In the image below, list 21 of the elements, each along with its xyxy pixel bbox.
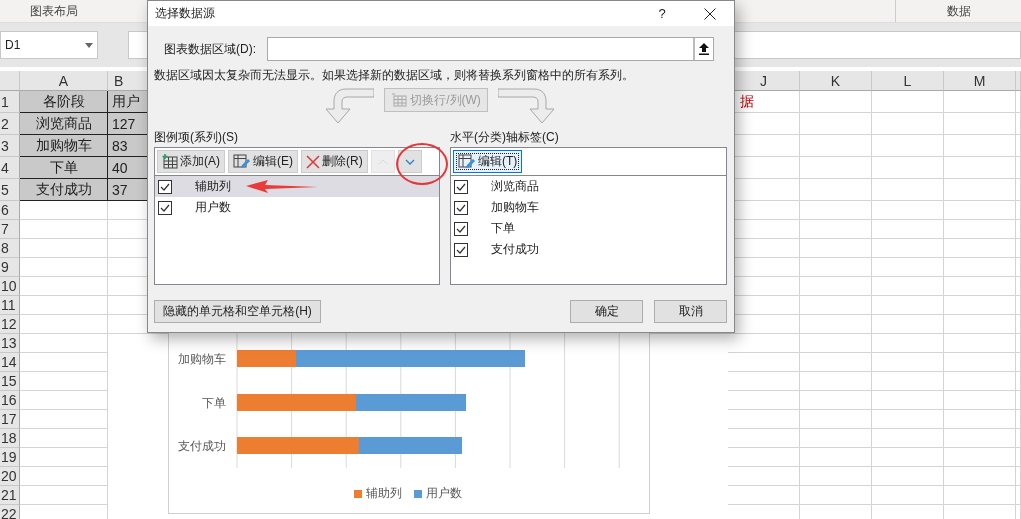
cell-text: 40 <box>112 159 128 176</box>
axis-label: 支付成功 <box>178 438 226 455</box>
field-label: 图表数据区域(D): <box>164 40 257 58</box>
legend-label: 用户数 <box>426 485 462 502</box>
cell-text: 83 <box>112 137 128 154</box>
cell-text: 浏览商品 <box>35 114 92 133</box>
legend-label: 辅助列 <box>366 485 402 502</box>
cell-text: 下单 <box>49 158 78 177</box>
cell-text: 37 <box>112 181 128 198</box>
section-label: 图例项(系列)(S) <box>154 130 239 144</box>
cell-text: 127 <box>112 115 136 132</box>
section-label: 水平(分类)轴标签(C) <box>450 130 560 144</box>
dialog-title: 选择数据源 <box>155 5 216 22</box>
cell-text: 用户 <box>112 92 140 111</box>
cell-text: 各阶段 <box>42 92 85 111</box>
cell-text: 加购物车 <box>35 136 92 155</box>
axis-label: 加购物车 <box>178 351 226 368</box>
cell-text: 支付成功 <box>35 180 92 199</box>
cell-text: 据 <box>740 92 754 111</box>
axis-label: 下单 <box>202 395 226 412</box>
info-message: 数据区域因太复杂而无法显示。如果选择新的数据区域，则将替换系列窗格中的所有系列。 <box>154 67 635 84</box>
